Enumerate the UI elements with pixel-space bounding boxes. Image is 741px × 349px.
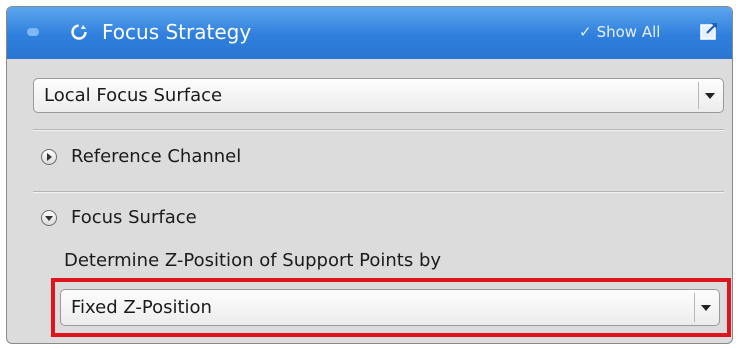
chevron-down-icon <box>701 304 711 311</box>
focus-strategy-panel: Focus Strategy ✓ Show All Local Focus Sur… <box>6 6 733 344</box>
expand-right-icon[interactable] <box>41 148 57 165</box>
focus-strategy-select-value: Local Focus Surface <box>44 85 223 106</box>
section-focus-surface[interactable]: Focus Surface <box>41 207 197 228</box>
panel-title: Focus Strategy <box>102 20 252 44</box>
checkmark-icon: ✓ <box>579 23 592 41</box>
dropdown-arrow-button[interactable] <box>694 293 717 322</box>
dropdown-arrow-button[interactable] <box>698 82 721 109</box>
show-all-button[interactable]: ✓ Show All <box>579 23 660 41</box>
show-all-label: Show All <box>596 23 661 41</box>
section-focus-surface-label: Focus Surface <box>71 207 197 228</box>
section-divider <box>33 191 724 193</box>
focus-strategy-select[interactable]: Local Focus Surface <box>33 78 724 113</box>
support-points-select-value: Fixed Z-Position <box>71 297 212 318</box>
panel-header[interactable]: Focus Strategy ✓ Show All <box>7 7 732 59</box>
expand-down-icon[interactable] <box>41 209 57 226</box>
section-divider <box>33 129 724 131</box>
section-reference-channel-label: Reference Channel <box>71 146 242 167</box>
cycle-icon <box>71 24 87 40</box>
support-points-label: Determine Z-Position of Support Points b… <box>64 250 442 271</box>
collapse-dot-icon[interactable] <box>27 28 39 36</box>
chevron-down-icon <box>705 92 715 99</box>
support-points-select[interactable]: Fixed Z-Position <box>60 289 720 326</box>
section-reference-channel[interactable]: Reference Channel <box>41 146 241 167</box>
popout-icon[interactable] <box>698 20 720 42</box>
